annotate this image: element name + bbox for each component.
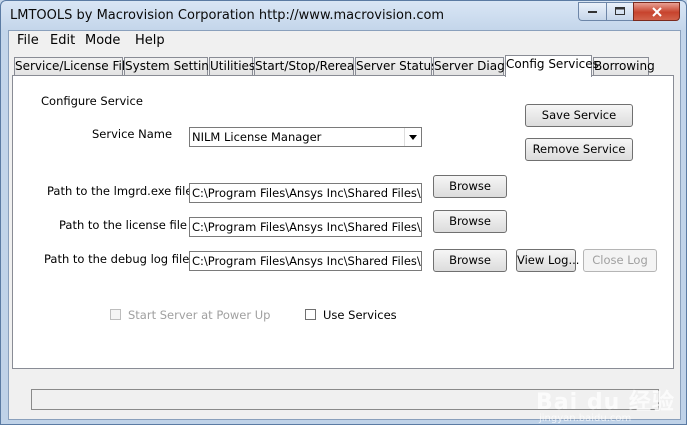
browse-lmgrd-button[interactable]: Browse [433,175,507,198]
close-icon [651,6,662,17]
lmtools-window: LMTOOLS by Macrovision Corporation http:… [0,0,687,425]
license-path-label: Path to the license file [59,218,187,232]
caption-buttons [578,2,680,21]
watermark: Bai du 经验 [536,390,675,415]
minimize-button[interactable] [578,2,606,21]
service-name-label: Service Name [92,127,173,141]
start-at-powerup-checkbox [110,309,121,320]
save-service-button[interactable]: Save Service [525,104,633,127]
tab-config-services[interactable]: Config Services [505,55,599,77]
view-log-button[interactable]: View Log... [516,249,579,272]
config-services-panel: Configure Service Service Name NILM Lice… [12,75,674,369]
tab-service-license-file[interactable]: Service/License File [14,57,133,75]
tab-system-settings[interactable]: System Settings [124,57,223,75]
remove-service-button[interactable]: Remove Service [525,138,633,161]
menu-help[interactable]: Help [133,33,167,48]
tab-strip: Service/License File System Settings Uti… [9,55,680,77]
minimize-icon [587,10,597,13]
service-name-combo[interactable]: NILM License Manager [189,127,422,147]
use-services-label: Use Services [323,308,397,322]
menu-mode[interactable]: Mode [83,33,122,48]
lmgrd-path-field[interactable]: C:\Program Files\Ansys Inc\Shared Files\… [189,183,422,203]
maximize-icon [614,7,625,15]
debug-log-path-label: Path to the debug log file [44,252,190,266]
window-title: LMTOOLS by Macrovision Corporation http:… [10,8,445,23]
watermark-url: jingyan.baidu.com [539,413,632,424]
tab-utilities[interactable]: Utilities [209,57,255,75]
browse-license-button[interactable]: Browse [433,210,507,233]
start-at-powerup-label: Start Server at Power Up [128,308,271,322]
lmgrd-path-label: Path to the lmgrd.exe file [47,184,193,198]
menu-bar: File Edit Mode Help [9,31,680,51]
browse-debug-log-button[interactable]: Browse [433,249,507,272]
maximize-button[interactable] [606,2,633,21]
close-button[interactable] [633,2,680,21]
dropdown-arrow-icon[interactable] [404,128,421,146]
license-path-field[interactable]: C:\Program Files\Ansys Inc\Shared Files\… [189,217,422,237]
tab-server-status[interactable]: Server Status [355,57,437,75]
tab-server-diags[interactable]: Server Diags [433,57,511,75]
service-name-value: NILM License Manager [192,130,322,144]
menu-edit[interactable]: Edit [48,33,77,48]
tab-borrowing[interactable]: Borrowing [593,57,655,75]
client-area: File Edit Mode Help Service/License File… [8,30,681,424]
debug-log-path-field[interactable]: C:\Program Files\Ansys Inc\Shared Files\… [189,251,422,271]
close-log-button: Close Log [583,249,657,272]
menu-file[interactable]: File [15,33,41,48]
tab-start-stop-reread[interactable]: Start/Stop/Reread [254,57,362,75]
configure-service-label: Configure Service [41,94,143,108]
use-services-checkbox[interactable] [305,309,316,320]
